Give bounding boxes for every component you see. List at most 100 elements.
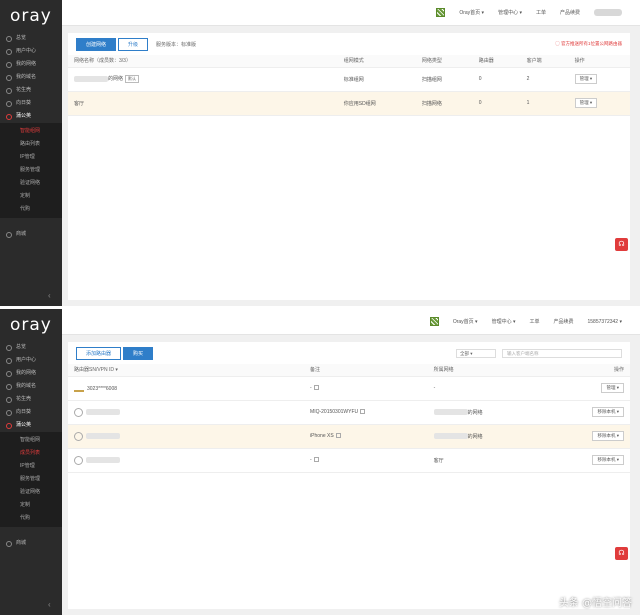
sidebar-extra: 商城	[0, 228, 62, 241]
sidebar-item-dandelion[interactable]: 蒲公英	[0, 419, 62, 432]
sidebar-item-my-network[interactable]: 我的网络	[0, 58, 62, 71]
dandelion-icon	[6, 422, 12, 429]
sidebar-item-user-center[interactable]: 用户中心	[0, 45, 62, 58]
main-content: 添加路由器 购买 全部 ▾ 输入客户端名称 路由器SN/VPN ID ▾ 备注 …	[68, 342, 630, 609]
header-link-tickets[interactable]: 工单	[529, 318, 539, 325]
user-menu[interactable]: 15857372342 ▾	[588, 319, 623, 325]
globe-icon	[6, 74, 12, 81]
network-name: 客厅	[68, 91, 338, 116]
sidebar: oray 总览 用户中心 我的网络 我的域名 花生壳 向日葵 蒲公英 智能组网 …	[0, 309, 62, 615]
sidebar-item-store[interactable]: 商城	[0, 537, 62, 550]
network-icon	[6, 61, 12, 68]
header-link-admin[interactable]: 管理中心 ▾	[492, 318, 516, 325]
collapse-sidebar-icon[interactable]: ‹	[48, 291, 51, 300]
sidebar-subnav: 智能组网 路由列表 IP管理 服务管理 验证网络 定制 代购	[0, 123, 62, 218]
globe-icon	[6, 383, 12, 390]
feedback-float-button[interactable]: ☊	[615, 547, 628, 560]
device-id: 3023****6008	[87, 385, 118, 392]
device-note: iPhone XS	[310, 433, 334, 439]
manage-button[interactable]: 管理 ▾	[601, 383, 624, 393]
device-network: 客厅	[427, 448, 546, 473]
subnav-item-verify[interactable]: 验证网络	[0, 486, 62, 499]
subnav-item-service[interactable]: 服务管理	[0, 164, 62, 177]
edit-icon[interactable]	[313, 385, 319, 391]
sidebar: oray 总览 用户中心 我的网络 我的域名 花生壳 向日葵 蒲公英 智能组网 …	[0, 0, 62, 306]
user-menu[interactable]	[594, 9, 622, 16]
default-badge: 默认	[125, 75, 140, 83]
table-row: MIQ-20150301WYFU 的网络 移除本机 ▾	[68, 400, 630, 425]
header-link-tickets[interactable]: 工单	[536, 9, 546, 16]
device-note: -	[310, 385, 312, 391]
remove-device-button[interactable]: 移除本机 ▾	[592, 431, 624, 441]
add-router-button[interactable]: 添加路由器	[76, 346, 122, 360]
redacted-text	[74, 75, 108, 82]
subnav-item-custom[interactable]: 定制	[0, 190, 62, 203]
network-mode: 标准组网	[337, 67, 416, 92]
buy-button[interactable]: 购买	[123, 346, 154, 360]
client-count: 2	[520, 67, 569, 92]
subnav-item-custom[interactable]: 定制	[0, 499, 62, 512]
sidebar-extra: 商城	[0, 537, 62, 550]
redacted-text	[433, 409, 468, 416]
subnav-item-verify[interactable]: 验证网络	[0, 177, 62, 190]
search-input[interactable]: 输入客户端名称	[502, 348, 622, 358]
header-link-renew[interactable]: 产品续费	[560, 9, 580, 16]
sidebar-item-sunflower[interactable]: 向日葵	[0, 97, 62, 110]
header-link-admin[interactable]: 管理中心 ▾	[498, 9, 522, 16]
column-header: 备注	[304, 364, 428, 377]
header-link-renew[interactable]: 产品续费	[553, 318, 573, 325]
column-header: 组网模式	[337, 55, 416, 68]
feedback-float-button[interactable]: ☊	[615, 238, 628, 251]
filter-select[interactable]: 全部 ▾	[456, 348, 496, 358]
edit-icon[interactable]	[335, 433, 341, 439]
sunflower-icon	[6, 409, 12, 416]
sidebar-item-user-center[interactable]: 用户中心	[0, 354, 62, 367]
sidebar-item-peanut-shell[interactable]: 花生壳	[0, 84, 62, 97]
sidebar-item-peanut-shell[interactable]: 花生壳	[0, 393, 62, 406]
remove-device-button[interactable]: 移除本机 ▾	[592, 407, 624, 417]
edit-icon[interactable]	[313, 457, 319, 463]
header-link-oray-home[interactable]: Oray首页 ▾	[459, 9, 484, 16]
table-row: 客厅 你应用SD组网 扫描网络 0 1 管理 ▾	[68, 91, 630, 116]
subnav-item-ip-manage[interactable]: IP管理	[0, 460, 62, 473]
subnav-item-purchase[interactable]: 代购	[0, 203, 62, 216]
sidebar-item-domains[interactable]: 我的域名	[0, 380, 62, 393]
column-header: 网络类型	[415, 55, 473, 68]
subnav-item-member-list[interactable]: 成员列表	[0, 447, 62, 460]
manage-button[interactable]: 管理 ▾	[574, 74, 598, 84]
qr-code-icon[interactable]	[436, 8, 446, 17]
remove-device-button[interactable]: 移除本机 ▾	[592, 455, 624, 465]
subnav-item-smart-network[interactable]: 智能组网	[0, 434, 62, 447]
subnav-item-smart-network[interactable]: 智能组网	[0, 125, 62, 138]
sidebar-item-dandelion[interactable]: 蒲公英	[0, 110, 62, 123]
notice-link[interactable]: ◯ 官方推送所有1位置公网路由器	[555, 41, 622, 47]
sidebar-nav: 总览 用户中心 我的网络 我的域名 花生壳 向日葵 蒲公英	[0, 341, 62, 432]
table-row: 的网络 默认 标准组网 扫描组网 0 2 管理 ▾	[68, 67, 630, 92]
sidebar-item-domains[interactable]: 我的域名	[0, 71, 62, 84]
sidebar-item-overview[interactable]: 总览	[0, 341, 62, 354]
redacted-text	[433, 433, 468, 440]
sidebar-item-overview[interactable]: 总览	[0, 32, 62, 45]
collapse-sidebar-icon[interactable]: ‹	[48, 600, 51, 609]
header-link-oray-home[interactable]: Oray首页 ▾	[453, 318, 478, 325]
qr-code-icon[interactable]	[429, 317, 439, 326]
network-table: 网络名称（成员数：3/3） 组网模式 网络类型 路由器 客户端 操作 的网络 默认…	[68, 55, 630, 116]
redacted-text	[86, 457, 120, 463]
watermark: 头条 @悟空问答	[558, 598, 632, 609]
create-network-button[interactable]: 创建网络	[76, 37, 117, 51]
sidebar-item-store[interactable]: 商城	[0, 228, 62, 241]
sidebar-item-my-network[interactable]: 我的网络	[0, 367, 62, 380]
top-header: Oray首页 ▾ 管理中心 ▾ 工单 产品续费	[62, 0, 640, 26]
edit-icon[interactable]	[360, 409, 366, 415]
manage-button[interactable]: 管理 ▾	[574, 98, 598, 108]
network-type: 扫描网络	[415, 91, 473, 116]
subnav-item-service[interactable]: 服务管理	[0, 473, 62, 486]
subnav-item-ip-manage[interactable]: IP管理	[0, 151, 62, 164]
subnav-item-purchase[interactable]: 代购	[0, 512, 62, 525]
subnav-item-router-list[interactable]: 路由列表	[0, 138, 62, 151]
sidebar-item-sunflower[interactable]: 向日葵	[0, 406, 62, 419]
network-type: 扫描组网	[415, 67, 473, 92]
user-icon	[74, 455, 83, 465]
column-header[interactable]: 路由器SN/VPN ID ▾	[68, 364, 305, 377]
upgrade-button[interactable]: 升级	[118, 37, 149, 51]
